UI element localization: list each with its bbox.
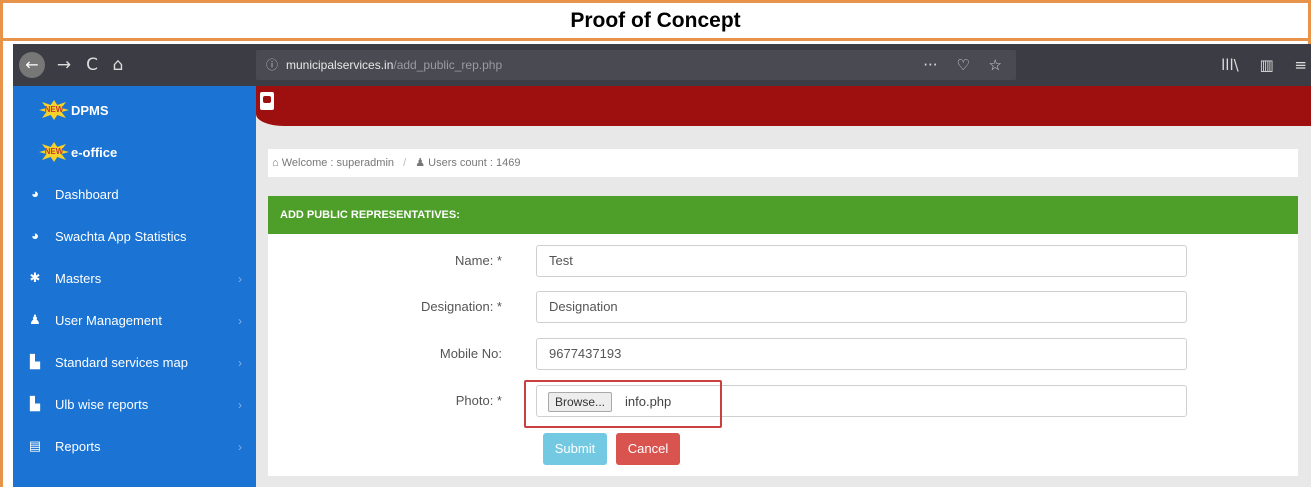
home-icon: ⌂ xyxy=(272,157,279,169)
designation-input[interactable]: Designation xyxy=(536,291,1187,323)
reload-icon[interactable]: C xyxy=(79,44,105,86)
chevron-right-icon: › xyxy=(238,314,242,328)
breadcrumb-separator: / xyxy=(403,157,407,169)
sidebar-item-swachta-app-statistics[interactable]: ◕ Swachta App Statistics xyxy=(13,216,256,258)
pocket-icon[interactable]: ♡ xyxy=(956,56,969,74)
list-icon: ▤ xyxy=(28,438,42,453)
library-icon[interactable]: lll\ xyxy=(1221,56,1239,74)
user-icon: ♟ xyxy=(29,312,41,327)
url-domain: municipalservices.in xyxy=(286,58,394,72)
sidebar-item-label: DPMS xyxy=(71,103,109,118)
main-content: ⌂ Welcome : superadmin / ♟ Users count :… xyxy=(256,86,1311,487)
sidebar-toggle-icon[interactable]: ▥ xyxy=(1259,56,1273,74)
mobile-input[interactable]: 9677437193 xyxy=(536,338,1187,370)
name-row: Name: * Test xyxy=(268,245,1298,277)
users-icon: ♟ xyxy=(415,157,426,169)
file-icon: ▙ xyxy=(30,396,40,411)
designation-row: Designation: * Designation xyxy=(268,291,1298,323)
browser-toolbar: ← → C ⌂ ⓘ municipalservices.in/add_publi… xyxy=(13,44,1311,86)
sidebar-item-label: Standard services map xyxy=(55,355,188,370)
app-logo-icon[interactable] xyxy=(260,92,274,110)
forward-arrow-icon[interactable]: → xyxy=(51,44,77,86)
sidebar-item-user-management[interactable]: ♟ User Management › xyxy=(13,300,256,342)
chevron-right-icon: › xyxy=(238,398,242,412)
url-path: /add_public_rep.php xyxy=(393,58,503,72)
bookmark-star-icon[interactable]: ☆ xyxy=(989,56,1002,74)
form-panel: ADD PUBLIC REPRESENTATIVES: Name: * Test… xyxy=(268,196,1298,476)
sidebar: NEW DPMS NEW e-office ◕ Dashboard ◕ Swac… xyxy=(13,86,256,487)
new-badge-icon: NEW xyxy=(39,100,69,120)
highlight-box xyxy=(524,380,722,428)
designation-label: Designation: * xyxy=(421,299,502,314)
file-icon: ▙ xyxy=(30,354,40,369)
sidebar-item-label: e-office xyxy=(71,145,118,160)
home-icon[interactable]: ⌂ xyxy=(105,44,131,86)
back-arrow-icon[interactable]: ← xyxy=(19,52,45,78)
submit-button[interactable]: Submit xyxy=(543,433,607,465)
mobile-row: Mobile No: 9677437193 xyxy=(268,338,1298,370)
toolbar-right: lll\ ▥ ≡ xyxy=(1205,44,1307,86)
users-count: Users count : 1469 xyxy=(428,157,521,169)
document-title: Proof of Concept xyxy=(3,3,1308,41)
name-input[interactable]: Test xyxy=(536,245,1187,277)
sidebar-item-masters[interactable]: ✱ Masters › xyxy=(13,258,256,300)
new-badge-icon: NEW xyxy=(39,142,69,162)
name-label: Name: * xyxy=(455,253,502,268)
mobile-label: Mobile No: xyxy=(439,346,502,361)
chevron-right-icon: › xyxy=(238,272,242,286)
site-info-icon[interactable]: ⓘ xyxy=(266,50,278,80)
chevron-right-icon: › xyxy=(238,356,242,370)
breadcrumb: ⌂ Welcome : superadmin / ♟ Users count :… xyxy=(268,149,1298,177)
app-header xyxy=(256,86,1311,126)
sidebar-item-reports[interactable]: ▤ Reports › xyxy=(13,426,256,468)
cancel-button[interactable]: Cancel xyxy=(616,433,680,465)
sidebar-item-dpms[interactable]: NEW DPMS xyxy=(13,90,256,132)
dashboard-icon: ◕ xyxy=(31,228,39,243)
menu-icon[interactable]: ≡ xyxy=(1294,56,1307,74)
sidebar-item-e-office[interactable]: NEW e-office xyxy=(13,132,256,174)
sidebar-item-label: Reports xyxy=(55,439,101,454)
sidebar-item-label: User Management xyxy=(55,313,162,328)
dashboard-icon: ◕ xyxy=(31,186,39,201)
form-heading: ADD PUBLIC REPRESENTATIVES: xyxy=(268,196,1298,234)
address-bar[interactable]: ⓘ municipalservices.in/add_public_rep.ph… xyxy=(256,50,1016,80)
sidebar-item-dashboard[interactable]: ◕ Dashboard xyxy=(13,174,256,216)
sidebar-item-label: Masters xyxy=(55,271,102,286)
welcome-text: Welcome : superadmin xyxy=(281,157,395,169)
sidebar-item-label: Ulb wise reports xyxy=(55,397,149,412)
gear-icon: ✱ xyxy=(29,270,41,285)
photo-label: Photo: * xyxy=(455,393,502,408)
url-actions: ··· ♡ ☆ xyxy=(909,50,1002,80)
sidebar-item-label: Dashboard xyxy=(55,187,119,202)
sidebar-item-standard-services-map[interactable]: ▙ Standard services map › xyxy=(13,342,256,384)
sidebar-item-label: Swachta App Statistics xyxy=(55,229,187,244)
page-actions-icon[interactable]: ··· xyxy=(923,56,937,74)
url-text[interactable]: municipalservices.in/add_public_rep.php xyxy=(286,50,502,80)
sidebar-item-ulb-wise-reports[interactable]: ▙ Ulb wise reports › xyxy=(13,384,256,426)
chevron-right-icon: › xyxy=(238,440,242,454)
photo-row: Photo: * Browse... info.php xyxy=(268,385,1298,417)
